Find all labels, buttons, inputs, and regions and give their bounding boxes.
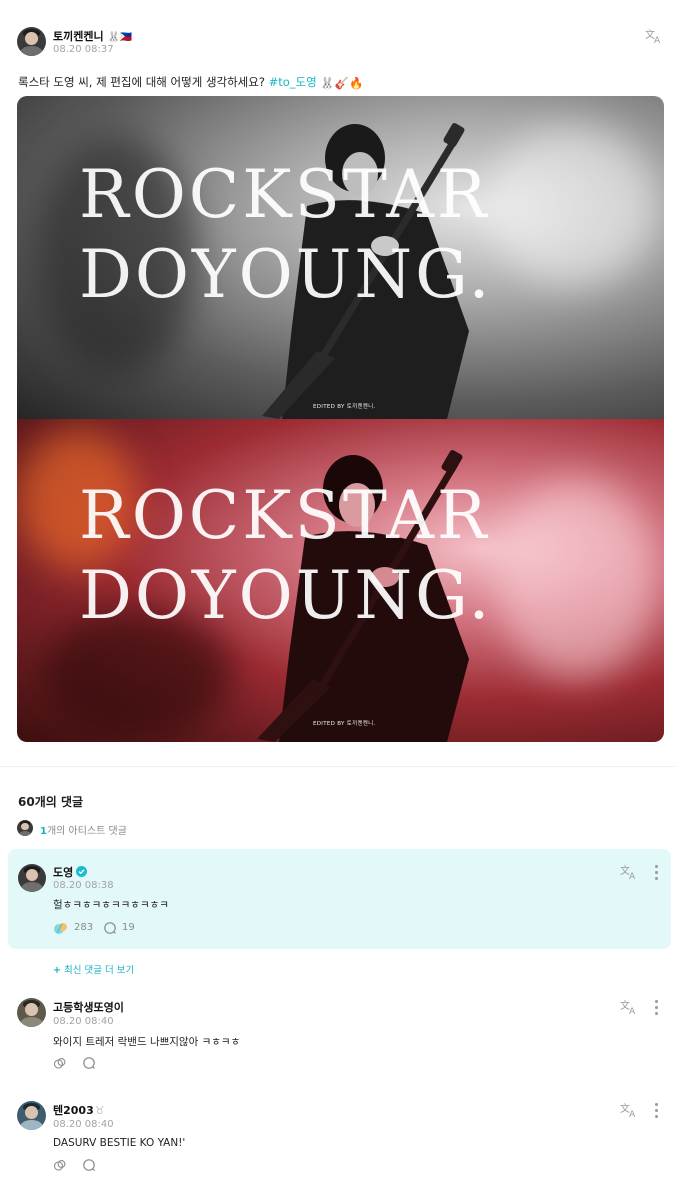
poster-title-line1: ROCKSTAR [79, 156, 490, 233]
svg-text:A: A [629, 1110, 636, 1119]
artist-comments-label: 1개의 아티스트 댓글 [40, 826, 127, 837]
translate-icon[interactable]: 文 A [645, 27, 665, 45]
comment-text: DASURV BESTIE KO YAN!' [53, 1137, 186, 1149]
image-panel-red: ROCKSTAR DOYOUNG. EDITED BY 토끼켄켄니. [17, 419, 664, 742]
post-body: 록스타 도영 씨, 제 편집에 대해 어떻게 생각하세요? #to_도영 🐰🎸🔥 [18, 74, 363, 90]
comments-count-title: 60개의 댓글 [18, 795, 84, 809]
post-author-avatar[interactable] [17, 27, 46, 56]
comment-author[interactable]: 고등학생또영이 [53, 999, 124, 1015]
post-hashtag[interactable]: #to_도영 [269, 75, 317, 89]
like-icon[interactable] [53, 1158, 67, 1172]
svg-text:A: A [629, 872, 636, 881]
author-emojis: 🐰🇵🇭 [107, 32, 133, 43]
artist-comment-author[interactable]: 도영 [53, 864, 88, 880]
reply-icon[interactable] [82, 1056, 96, 1070]
artist-comment-replies: 19 [122, 922, 135, 933]
image-panel-grayscale: ROCKSTAR DOYOUNG. EDITED BY 토끼켄켄니. [17, 96, 664, 419]
like-icon[interactable] [53, 1056, 67, 1070]
more-options-icon[interactable] [653, 865, 659, 881]
translate-icon[interactable]: 文 A [620, 998, 640, 1016]
comment-timestamp: 08.20 08:40 [53, 1119, 114, 1130]
more-options-icon[interactable] [653, 1000, 659, 1016]
comment-avatar[interactable] [17, 998, 46, 1027]
post-card: 토끼켄켄니 🐰🇵🇭 08.20 08:37 文 A 록스타 도영 씨, 제 편집… [0, 0, 675, 766]
comment-author[interactable]: 텐2003♉ [53, 1102, 105, 1118]
comment-timestamp: 08.20 08:40 [53, 1016, 114, 1027]
poster-credit: EDITED BY 토끼켄켄니. [313, 404, 376, 410]
comment-avatar[interactable] [17, 1101, 46, 1130]
author-zodiac: ♉ [94, 1104, 105, 1117]
like-icon[interactable] [53, 920, 69, 936]
translate-icon[interactable]: 文 A [620, 1101, 640, 1119]
section-divider [0, 766, 675, 767]
more-options-icon[interactable] [653, 1103, 659, 1119]
artist-comment-text: 헐ㅎㅋㅎㅋㅎㅋㅋㅎㅋㅎㅋ [53, 899, 169, 911]
svg-text:A: A [629, 1007, 636, 1016]
translate-icon[interactable]: 文 A [620, 863, 640, 881]
reply-icon[interactable] [82, 1158, 96, 1172]
comment-text: 와이지 트레저 락밴드 나쁘지않아 ㅋㅎㅋㅎ [53, 1036, 241, 1048]
post-author-name[interactable]: 토끼켄켄니 🐰🇵🇭 [53, 28, 132, 44]
artist-comment-count: 1 [40, 826, 47, 837]
poster-title-line2: DOYOUNG. [79, 557, 493, 634]
artist-comment-avatar[interactable] [18, 864, 46, 892]
verified-icon [76, 866, 88, 877]
plus-icon: + [53, 965, 61, 976]
post-image[interactable]: ROCKSTAR DOYOUNG. EDITED BY 토끼켄켄니. ROCKS… [17, 96, 664, 742]
load-more-comments-link[interactable]: + 최신 댓글 더 보기 [53, 962, 134, 976]
post-timestamp: 08.20 08:37 [53, 44, 114, 55]
reply-icon[interactable] [103, 921, 117, 935]
svg-text:A: A [654, 36, 661, 45]
artist-comment-likes: 283 [74, 922, 94, 933]
poster-title-line1: ROCKSTAR [79, 477, 490, 554]
post-text: 록스타 도영 씨, 제 편집에 대해 어떻게 생각하세요? [18, 75, 265, 89]
artist-comment-timestamp: 08.20 08:38 [53, 880, 114, 891]
poster-credit: EDITED BY 토끼켄켄니. [313, 721, 376, 727]
post-emojis: 🐰🎸🔥 [320, 75, 364, 90]
poster-title-line2: DOYOUNG. [79, 236, 493, 313]
artist-avatar-small [17, 820, 33, 836]
artist-comment-card: 도영 08.20 08:38 헐ㅎㅋㅎㅋㅎㅋㅋㅎㅋㅎㅋ 283 19 文 A [8, 849, 671, 949]
